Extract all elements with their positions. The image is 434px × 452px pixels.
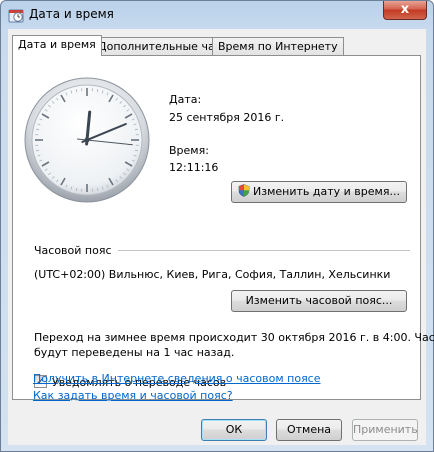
time-label: Время: bbox=[169, 144, 209, 157]
change-timezone-button[interactable]: Изменить часовой пояс... bbox=[231, 290, 407, 312]
cancel-button[interactable]: Отмена bbox=[276, 419, 342, 441]
apply-button: Применить bbox=[352, 419, 418, 441]
close-icon: x bbox=[400, 2, 410, 17]
ok-button-label: ОК bbox=[225, 423, 243, 436]
close-button[interactable]: x bbox=[383, 1, 427, 20]
tab-date-time-label: Дата и время bbox=[18, 38, 96, 51]
tab-internet-time-label: Время по Интернету bbox=[218, 40, 338, 53]
change-date-time-button[interactable]: Изменить дату и время... bbox=[231, 181, 407, 203]
dst-notice-line2: будут переведены на 1 час назад. bbox=[34, 346, 235, 359]
tab-internet-time[interactable]: Время по Интернету bbox=[212, 37, 344, 55]
date-label: Дата: bbox=[169, 93, 202, 106]
tab-date-time[interactable]: Дата и время bbox=[12, 35, 102, 56]
clock-app-icon bbox=[8, 9, 24, 23]
timezone-info-link[interactable]: Получить в Интернете сведения о часовом … bbox=[33, 372, 321, 385]
time-value: 12:11:16 bbox=[169, 161, 219, 174]
apply-button-label: Применить bbox=[353, 423, 418, 436]
title-bar[interactable]: Дата и время x bbox=[1, 1, 433, 29]
timezone-separator bbox=[118, 250, 410, 251]
analog-clock bbox=[24, 77, 150, 203]
shield-icon bbox=[238, 184, 250, 197]
change-date-time-label: Изменить дату и время... bbox=[253, 185, 400, 198]
ok-button[interactable]: ОК bbox=[201, 419, 267, 441]
dialog-client: Дата и время Дополнительные часы Время п… bbox=[8, 29, 434, 445]
cancel-button-label: Отмена bbox=[286, 423, 332, 436]
tab-additional-clocks-label: Дополнительные часы bbox=[98, 40, 230, 53]
change-timezone-label: Изменить часовой пояс... bbox=[245, 294, 393, 307]
window-title: Дата и время bbox=[29, 7, 114, 21]
date-time-dialog: Дата и время x Дата и время Дополнительн… bbox=[0, 0, 434, 452]
timezone-section-label: Часовой пояс bbox=[34, 244, 112, 257]
timezone-value: (UTC+02:00) Вильнюс, Киев, Рига, София, … bbox=[34, 268, 391, 281]
dst-notice-line1: Переход на зимнее время происходит 30 ок… bbox=[34, 331, 434, 344]
tab-panel-date-time: Дата: 25 сентября 2016 г. Время: 12:11:1… bbox=[12, 55, 434, 400]
date-value: 25 сентября 2016 г. bbox=[169, 111, 285, 124]
how-to-set-time-link[interactable]: Как задать время и часовой пояс? bbox=[33, 389, 233, 402]
